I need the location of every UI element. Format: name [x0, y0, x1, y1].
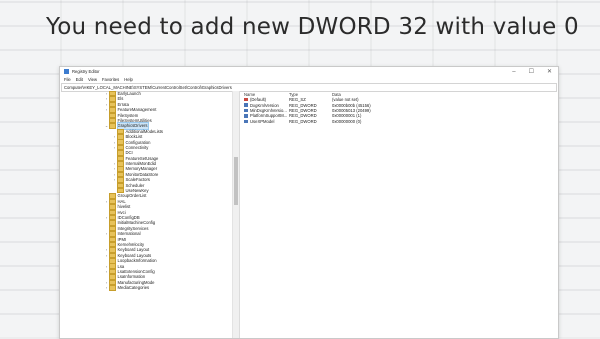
- column-name-header[interactable]: Name: [244, 92, 289, 97]
- menu-file[interactable]: File: [64, 77, 71, 82]
- column-type-header[interactable]: Type: [289, 92, 332, 97]
- column-data-header[interactable]: Data: [332, 92, 392, 97]
- address-text: Computer\HKEY_LOCAL_MACHINE\SYSTEM\Curre…: [64, 85, 232, 90]
- value-data: 0x00000000 (0): [332, 118, 362, 124]
- string-value-icon: [244, 97, 248, 102]
- value-type: REG_DWORD: [289, 113, 317, 119]
- value-data: 0x00005013 (20499): [332, 107, 371, 113]
- value-type: REG_SZ: [289, 97, 306, 103]
- binary-value-icon: [244, 114, 248, 118]
- minimize-button[interactable]: –: [512, 69, 515, 75]
- value-type: REG_DWORD: [289, 107, 317, 113]
- panes: › EarlyLaunch › Els › Errata › FeatureManagemen…: [60, 91, 558, 338]
- maximize-button[interactable]: ☐: [529, 68, 534, 75]
- value-name: (Default): [250, 97, 267, 103]
- binary-value-icon: [244, 108, 248, 113]
- folder-icon: [109, 285, 116, 291]
- menu-view[interactable]: View: [88, 77, 97, 82]
- value-name: PlatformSupportM...: [250, 113, 288, 119]
- menu-bar: File Edit View Favorites Help: [60, 76, 558, 83]
- list-item[interactable]: UseXPModel REG_DWORD 0x00000000 (0): [240, 119, 558, 124]
- headline: You need to add new DWORD 32 with value …: [46, 14, 579, 40]
- window-title: Registry Editor: [72, 69, 100, 74]
- value-data: (value not set): [332, 97, 359, 103]
- title-bar: Registry Editor – ☐ ✕: [60, 67, 558, 76]
- value-list: Name Type Data (Default) REG_SZ (value not…: [240, 91, 558, 338]
- registry-icon: [64, 69, 69, 74]
- value-name: MinDxgKrnlVersio...: [250, 107, 287, 113]
- folder-icon: [109, 123, 116, 129]
- window-controls: – ☐ ✕: [512, 67, 552, 76]
- value-name: DxgKrnlVersion: [250, 102, 279, 108]
- value-data: 0x00000001 (1): [332, 113, 362, 119]
- registry-editor-window: Registry Editor – ☐ ✕ File Edit View Favori…: [59, 66, 559, 339]
- binary-value-icon: [244, 103, 248, 107]
- value-type: REG_DWORD: [289, 118, 317, 124]
- menu-edit[interactable]: Edit: [76, 77, 83, 82]
- tree-item[interactable]: › MediaCategories: [60, 285, 239, 291]
- menu-help[interactable]: Help: [124, 77, 133, 82]
- binary-value-icon: [244, 119, 248, 123]
- value-type: REG_DWORD: [289, 102, 317, 108]
- value-rows: (Default) REG_SZ (value not set) DxgKrnlVer…: [240, 97, 558, 124]
- tree-scrollbar[interactable]: [232, 91, 239, 338]
- close-button[interactable]: ✕: [547, 68, 552, 75]
- value-name: UseXPModel: [250, 118, 275, 124]
- tree-item-label: MediaCategories: [117, 285, 150, 291]
- value-data: 0x0000b00b (45156): [332, 102, 371, 108]
- scroll-thumb[interactable]: [234, 157, 238, 205]
- key-tree: › EarlyLaunch › Els › Errata › FeatureManagemen…: [60, 91, 240, 338]
- menu-favorites[interactable]: Favorites: [102, 77, 119, 82]
